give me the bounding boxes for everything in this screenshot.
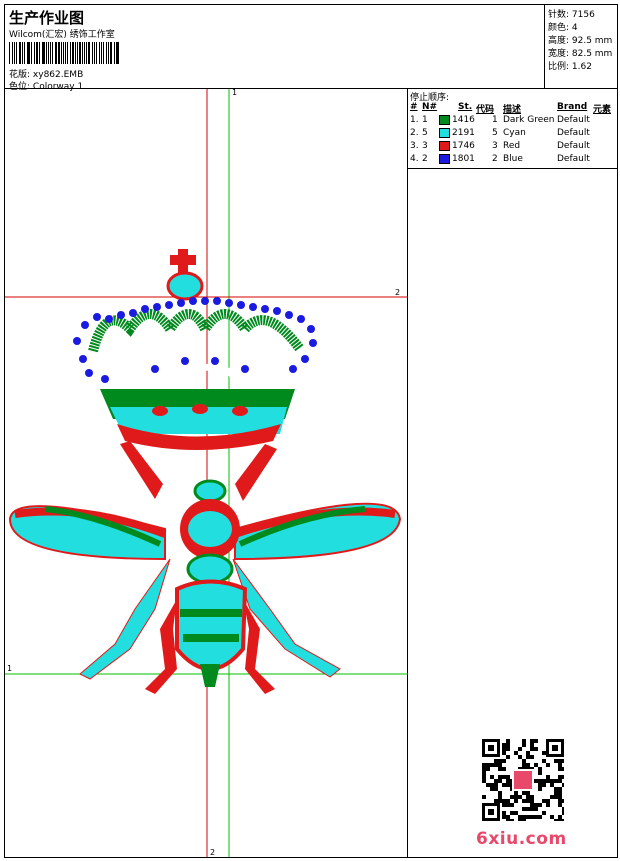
row-stitches: 1801 xyxy=(452,154,475,164)
row-description: Cyan xyxy=(503,128,526,138)
page-title: 生产作业图 xyxy=(9,9,85,27)
row-index: 3. xyxy=(410,141,419,151)
row-code: 2 xyxy=(492,154,498,164)
row-brand: Default xyxy=(557,141,590,151)
color-swatch xyxy=(439,128,450,138)
row-description: Blue xyxy=(503,154,523,164)
row-stitches: 1416 xyxy=(452,115,475,125)
software-label: Wilcom(汇宏) 绣饰工作室 xyxy=(9,30,115,40)
row-description: Red xyxy=(503,141,521,151)
crown-motif xyxy=(73,249,317,450)
color-swatch xyxy=(439,141,450,151)
design-ratio: 比例: 1.62 xyxy=(548,62,592,72)
barcode-icon xyxy=(9,42,121,64)
row-brand: Default xyxy=(557,128,590,138)
embroidery-preview: 1 2 1 2 xyxy=(5,88,408,857)
stop-sequence-row[interactable]: 1. 1 1416 1 Dark Green Default xyxy=(408,115,617,128)
row-brand: Default xyxy=(557,154,590,164)
col-header-brand: Brand xyxy=(557,102,588,112)
row-needle: 3 xyxy=(422,141,428,151)
row-brand: Default xyxy=(557,115,590,125)
row-code: 5 xyxy=(492,128,498,138)
color-swatch xyxy=(439,115,450,125)
bee-motif xyxy=(8,441,402,694)
col-header-code: 代码 xyxy=(476,105,495,115)
row-description: Dark Green xyxy=(503,115,555,125)
col-header-element: 元素 xyxy=(593,105,612,115)
col-header-description: 描述 xyxy=(503,105,522,115)
qr-code-icon xyxy=(482,739,566,823)
col-header-index: # xyxy=(410,102,418,112)
guide-marker: 1 xyxy=(232,89,237,97)
design-width: 宽度: 82.5 mm xyxy=(548,49,613,59)
stop-sequence-row[interactable]: 2. 5 2191 5 Cyan Default xyxy=(408,128,617,141)
row-needle: 5 xyxy=(422,128,428,138)
row-index: 1. xyxy=(410,115,419,125)
stop-sequence-panel: 停止顺序: # N# St. 代码 描述 Brand 元素 1. 1 1416 1 Da… xyxy=(408,89,617,169)
design-height: 高度: 92.5 mm xyxy=(548,36,613,46)
stop-sequence-row[interactable]: 3. 3 1746 3 Red Default xyxy=(408,141,617,154)
row-code: 1 xyxy=(492,115,498,125)
stop-sequence-row[interactable]: 4. 2 1801 2 Blue Default xyxy=(408,154,617,167)
row-needle: 2 xyxy=(422,154,428,164)
col-header-stitches: St. xyxy=(458,102,473,112)
row-index: 2. xyxy=(410,128,419,138)
row-index: 4. xyxy=(410,154,419,164)
col-header-needle: N# xyxy=(422,102,438,112)
watermark-logo: 6xiu.com xyxy=(476,829,567,849)
row-stitches: 2191 xyxy=(452,128,475,138)
guide-marker: 2 xyxy=(395,288,400,297)
color-count: 颜色: 4 xyxy=(548,23,578,33)
design-canvas[interactable]: 1 2 1 2 xyxy=(5,88,408,857)
guide-marker: 1 xyxy=(7,664,12,673)
header-stats: 针数: 7156 颜色: 4 高度: 92.5 mm 宽度: 82.5 mm 比… xyxy=(545,5,617,89)
header-left: 生产作业图 Wilcom(汇宏) 绣饰工作室 花版: xy862.EMB 色位:… xyxy=(5,5,545,92)
guide-marker: 2 xyxy=(210,848,215,857)
color-swatch xyxy=(439,154,450,164)
row-stitches: 1746 xyxy=(452,141,475,151)
stitch-count: 针数: 7156 xyxy=(548,10,595,20)
row-needle: 1 xyxy=(422,115,428,125)
row-code: 3 xyxy=(492,141,498,151)
